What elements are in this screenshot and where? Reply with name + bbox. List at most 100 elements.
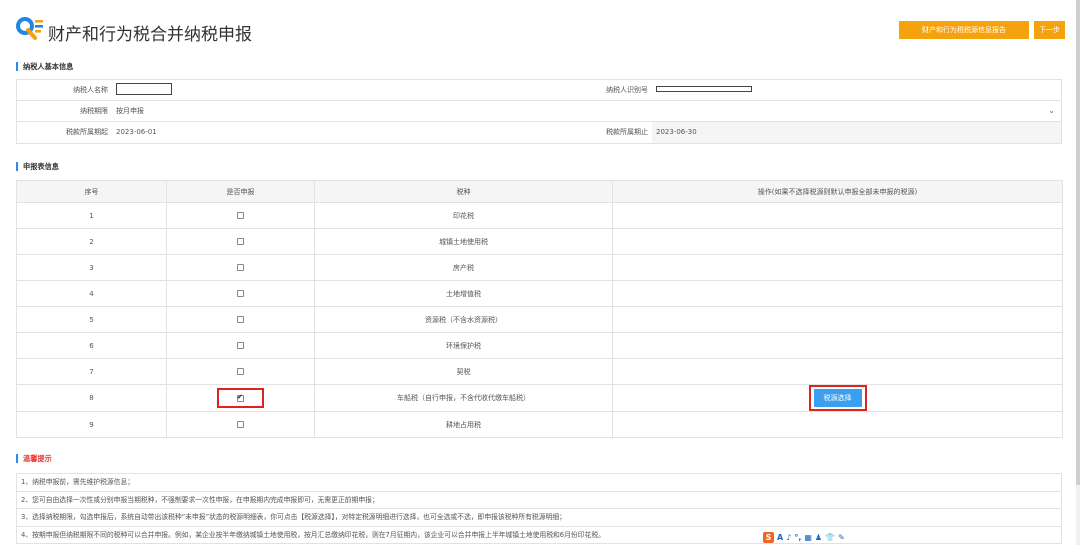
table-row: 5 资源税（不含水资源税） (16, 306, 1063, 333)
tax-source-select-button[interactable]: 税源选择 (813, 389, 862, 407)
table-row: 4 土地增值税 (16, 280, 1063, 307)
operation-cell (612, 306, 1063, 333)
tax-type: 城镇土地使用税 (314, 228, 613, 255)
taxpayer-id-label: 纳税人识别号 (540, 80, 652, 100)
next-step-button[interactable]: 下一步 (1034, 21, 1065, 39)
declaration-table: 序号 是否申报 税种 操作(如果不选择税源则默认申报全部未申报的税源) 1 印花税… (16, 180, 1063, 438)
ime-toolbar[interactable]: S A ♪ °, ▦ ♟ 👕 ✎ (760, 531, 848, 543)
row-number: 1 (16, 202, 167, 229)
tax-search-logo-icon (16, 17, 43, 40)
tax-type: 印花税 (314, 202, 613, 229)
declare-checkbox[interactable] (237, 316, 244, 323)
chevron-down-icon: ⌄ (1048, 106, 1055, 115)
tax-source-report-button[interactable]: 财产和行为税税源信息报告 (899, 21, 1029, 39)
row-number: 5 (16, 306, 167, 333)
row-number: 3 (16, 254, 167, 281)
operation-cell (612, 411, 1063, 438)
table-row: 2 城镇土地使用税 (16, 228, 1063, 255)
info-row-period: 纳税期限 按月申报 ⌄ (17, 101, 1061, 122)
table-row: 9 耕地占用税 (16, 411, 1063, 438)
col-header-no: 序号 (16, 180, 167, 203)
declare-checkbox[interactable] (237, 392, 244, 402)
row-number: 2 (16, 228, 167, 255)
period-end-value: 2023-06-30 (652, 122, 1061, 143)
ime-moon-icon[interactable]: ♪ (786, 533, 791, 542)
declare-checkbox[interactable] (237, 342, 244, 349)
operation-cell (612, 332, 1063, 359)
declare-checkbox[interactable] (237, 421, 244, 428)
table-row: 6 环境保护税 (16, 332, 1063, 359)
tax-period-value: 按月申报 (116, 107, 144, 115)
period-end-label: 税款所属期止 (540, 122, 652, 143)
taxpayer-name-value (112, 80, 540, 100)
tax-period-select[interactable]: 按月申报 ⌄ (112, 101, 1061, 121)
tax-type: 车船税（自行申报，不含代收代缴车船税） (314, 384, 613, 412)
operation-cell (612, 254, 1063, 281)
tax-type: 资源税（不含水资源税） (314, 306, 613, 333)
sogou-logo-icon[interactable]: S (763, 531, 774, 543)
tax-type: 契税 (314, 358, 613, 385)
page-title: 财产和行为税合并纳税申报 (48, 25, 252, 45)
basic-info-grid: 纳税人名称 纳税人识别号 纳税期限 按月申报 ⌄ 税款所属期起 2023-06-… (16, 79, 1062, 144)
taxpayer-id-field (656, 86, 752, 92)
ime-keyboard-icon[interactable]: ▦ (804, 533, 812, 542)
table-header-row: 序号 是否申报 税种 操作(如果不选择税源则默认申报全部未申报的税源) (16, 180, 1063, 203)
row-number: 4 (16, 280, 167, 307)
table-row: 8 车船税（自行申报，不含代收代缴车船税） 税源选择 (16, 384, 1063, 412)
info-row-dates: 税款所属期起 2023-06-01 税款所属期止 2023-06-30 (17, 122, 1061, 143)
row-number: 9 (16, 411, 167, 438)
declare-cell (166, 358, 315, 385)
declare-cell (166, 411, 315, 438)
declare-checkbox[interactable] (237, 264, 244, 271)
scrollbar-thumb[interactable] (1076, 0, 1080, 485)
tax-type: 房产税 (314, 254, 613, 281)
tip-line: 4、按期申报但纳税期限不同的税种可以合并申报。例如，某企业按半年缴纳城镇土地使用… (16, 526, 1062, 544)
tip-line: 2、您可自由选择一次性或分别申报当期税种，不强制要求一次性申报，在申报期内完成申… (16, 491, 1062, 509)
row-number: 8 (16, 384, 167, 412)
col-header-operation: 操作(如果不选择税源则默认申报全部未申报的税源) (612, 180, 1063, 203)
declare-cell (166, 332, 315, 359)
operation-cell: 税源选择 (612, 384, 1063, 412)
period-start-value: 2023-06-01 (116, 128, 157, 136)
ime-skin-icon[interactable]: 👕 (825, 533, 835, 542)
highlight-box: 税源选择 (808, 385, 867, 411)
declare-checkbox[interactable] (237, 368, 244, 375)
operation-cell (612, 202, 1063, 229)
operation-cell (612, 228, 1063, 255)
taxpayer-name-field (116, 83, 172, 95)
declare-cell (166, 202, 315, 229)
ime-punctuation-icon[interactable]: °, (794, 533, 801, 542)
operation-cell (612, 280, 1063, 307)
tip-line: 3、选择纳税期限，勾选申报后，系统自动带出该税种“未申报”状态的税源明细表，你可… (16, 509, 1062, 527)
tax-type: 耕地占用税 (314, 411, 613, 438)
basic-info-heading: 纳税人基本信息 (16, 62, 73, 71)
tax-type: 土地增值税 (314, 280, 613, 307)
ime-tools-icon[interactable]: ✎ (838, 533, 845, 542)
ime-user-icon[interactable]: ♟ (815, 533, 822, 542)
operation-cell (612, 358, 1063, 385)
tips-heading: 温馨提示 (16, 454, 52, 463)
page-scrollbar[interactable] (1076, 0, 1080, 545)
declare-cell (166, 254, 315, 281)
tips-list: 1、纳税申报前，需先维护税源信息； 2、您可自由选择一次性或分别申报当期税种，不… (16, 473, 1062, 544)
declaration-heading: 申报表信息 (16, 162, 59, 171)
taxpayer-id-value (652, 80, 1061, 100)
tax-period-label: 纳税期限 (17, 101, 112, 121)
col-header-tax-type: 税种 (314, 180, 613, 203)
declare-checkbox[interactable] (237, 290, 244, 297)
declare-checkbox[interactable] (237, 212, 244, 219)
info-row-name: 纳税人名称 纳税人识别号 (17, 80, 1061, 101)
declare-cell (166, 384, 315, 412)
declare-cell (166, 280, 315, 307)
table-row: 7 契税 (16, 358, 1063, 385)
highlight-box (217, 388, 264, 408)
tip-line: 1、纳税申报前，需先维护税源信息； (16, 474, 1062, 492)
ime-language-icon[interactable]: A (777, 533, 783, 542)
page-header: 财产和行为税合并纳税申报 财产和行为税税源信息报告 下一步 (16, 14, 1066, 46)
table-row: 1 印花税 (16, 202, 1063, 229)
tax-type: 环境保护税 (314, 332, 613, 359)
row-number: 7 (16, 358, 167, 385)
period-start-label: 税款所属期起 (17, 122, 112, 143)
declare-checkbox[interactable] (237, 238, 244, 245)
taxpayer-name-label: 纳税人名称 (17, 80, 112, 100)
